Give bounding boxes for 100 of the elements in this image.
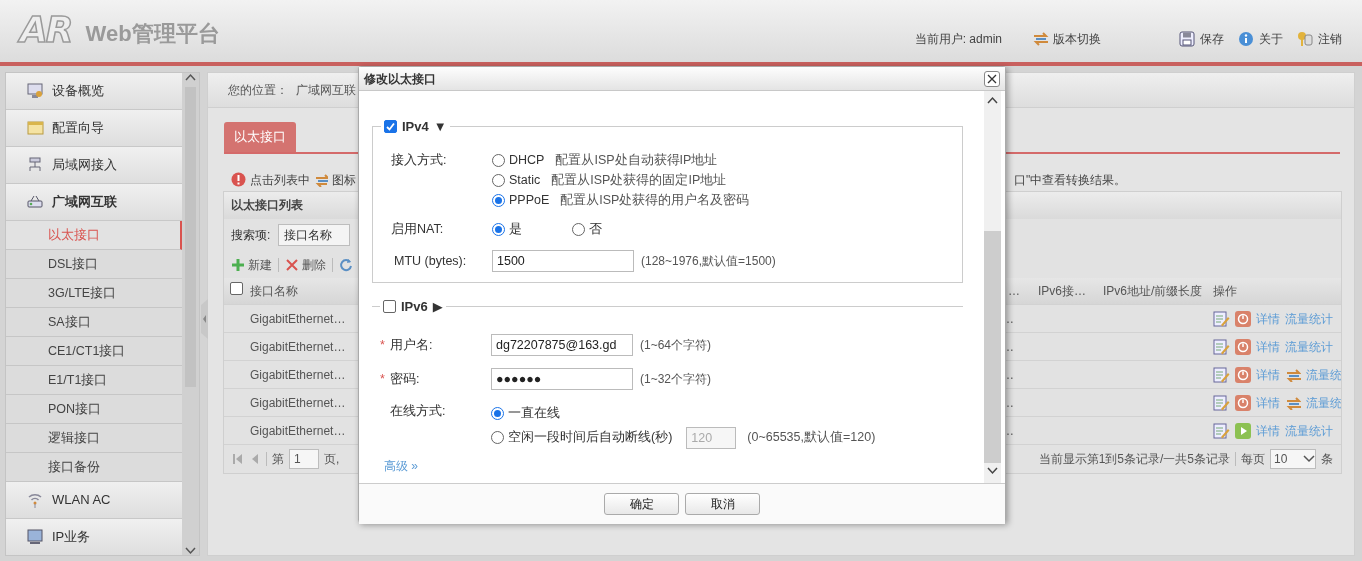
floppy-icon [1179, 31, 1197, 47]
page-size-select[interactable]: 10 [1270, 449, 1316, 469]
mtu-field[interactable]: 1500 [492, 250, 634, 272]
sidebar-subitem[interactable]: 逻辑接口 [6, 424, 183, 453]
sidebar-subitem[interactable]: CE1/CT1接口 [6, 337, 183, 366]
sidebar-subitem[interactable]: DSL接口 [6, 250, 183, 279]
header-link[interactable]: 保存 [1179, 30, 1224, 48]
header-link[interactable]: 版本切换 [1032, 30, 1101, 48]
column-header: 接口名称 [244, 277, 352, 305]
field-label: MTU (bytes): [394, 253, 467, 268]
swap-arrows-icon [1032, 31, 1050, 47]
sidebar-item[interactable]: 局域网接入 [6, 147, 183, 184]
option-label[interactable]: PPPoE [509, 191, 550, 210]
field-label: 在线方式: [390, 404, 446, 418]
swap-arrows-icon[interactable] [1285, 367, 1301, 382]
dialog-button[interactable]: 确定 [604, 493, 679, 515]
radio-button[interactable] [491, 431, 504, 444]
toolbar-button[interactable]: 新建 [231, 255, 272, 274]
warning-icon [231, 172, 246, 187]
table-cell: GigabitEthernet… [244, 360, 352, 389]
wireless-icon [26, 491, 44, 509]
app-title: Web管理平台 [85, 20, 220, 48]
radio-button[interactable] [572, 223, 585, 236]
chevron-up-icon [987, 96, 998, 104]
column-header: IPv6接… [1032, 277, 1097, 305]
radio-button[interactable] [491, 407, 504, 420]
edit-icon[interactable] [1212, 309, 1230, 328]
search-select[interactable]: 接口名称 [278, 224, 351, 246]
field-hint: (128~1976,默认值=1500) [641, 253, 776, 270]
dialog-button[interactable]: 取消 [685, 493, 760, 515]
close-button[interactable] [984, 70, 1000, 87]
stop-icon[interactable] [1235, 394, 1251, 411]
section-label[interactable]: IPv6 [401, 297, 428, 317]
dialog-title: 修改以太接口 [364, 70, 436, 88]
section-label[interactable]: IPv4 [402, 117, 429, 137]
sidebar-item[interactable]: WLAN AC [6, 482, 183, 519]
plus-icon [231, 257, 245, 272]
caret-icon [1303, 455, 1315, 463]
field-hint: (1~32个字符) [640, 371, 712, 388]
checkbox[interactable] [384, 120, 397, 134]
sidebar-item[interactable]: 广域网互联 [6, 184, 183, 221]
sidebar-subitem[interactable]: 接口备份 [6, 453, 183, 482]
keys-icon [1297, 31, 1315, 47]
text-field[interactable]: ●●●●●● [491, 368, 633, 390]
radio-button[interactable] [492, 194, 505, 207]
scrollbar[interactable] [182, 73, 199, 555]
required-mark: * [380, 336, 386, 354]
sidebar-item[interactable]: 配置向导 [6, 110, 183, 147]
field-label: 启用NAT: [391, 222, 444, 236]
radio-button[interactable] [492, 223, 505, 236]
stop-icon[interactable] [1235, 310, 1251, 327]
field-label: 用户名: [390, 337, 433, 352]
first-page-icon[interactable] [232, 453, 244, 465]
table-cell: GigabitEthernet… [244, 388, 352, 417]
collapse-handle-icon[interactable] [201, 299, 208, 339]
header-link[interactable]: 注销 [1297, 30, 1342, 48]
toolbar-button[interactable]: 删除 [285, 255, 326, 274]
sidebar-item[interactable]: 设备概览 [6, 73, 183, 110]
chevron-up-icon [185, 73, 197, 81]
select-all-checkbox[interactable] [230, 281, 243, 295]
chevron-down-icon [987, 467, 998, 475]
stop-icon[interactable] [1235, 338, 1251, 355]
sidebar-subitem[interactable]: PON接口 [6, 395, 183, 424]
text-field[interactable]: dg72207875@163.gd [491, 334, 633, 356]
swap-arrows-icon[interactable] [1285, 395, 1301, 410]
sidebar-subitem[interactable]: E1/T1接口 [6, 366, 183, 395]
edit-icon[interactable] [1212, 421, 1230, 440]
checkbox[interactable] [383, 300, 396, 314]
scrollbar[interactable] [984, 91, 1001, 483]
edit-icon[interactable] [1212, 365, 1230, 384]
notice-text: 点击列表中 [250, 171, 310, 189]
page-label: 每页 [1241, 451, 1265, 468]
page-summary: 当前显示第1到5条记录/一共5条记录 [1038, 451, 1230, 468]
monitor-icon [26, 82, 44, 100]
option-hint: 配置从ISP处自动获得IP地址 [555, 152, 718, 170]
play-icon[interactable] [1235, 422, 1251, 439]
option-label[interactable]: 空闲一段时间后自动断线(秒) [508, 428, 673, 447]
column-header: IPv6地址/前缀长度 [1097, 277, 1207, 305]
refresh-icon[interactable] [339, 257, 353, 272]
page-field[interactable]: 1 [289, 449, 319, 469]
breadcrumb-link[interactable]: 广域网互联 [296, 81, 356, 99]
radio-button[interactable] [492, 174, 505, 187]
chevron-down-icon [185, 547, 197, 555]
breadcrumb-label: 您的位置： [228, 82, 288, 99]
edit-icon[interactable] [1212, 393, 1230, 412]
toggle-arrow[interactable]: ▶ [432, 297, 443, 317]
radio-button[interactable] [492, 154, 505, 167]
option-label[interactable]: 否 [589, 220, 602, 239]
edit-icon[interactable] [1212, 337, 1230, 356]
column-header: 操作 [1207, 277, 1341, 305]
stop-icon[interactable] [1235, 366, 1251, 383]
option-label[interactable]: DHCP [509, 151, 545, 170]
sidebar-subitem[interactable]: 3G/LTE接口 [6, 279, 183, 308]
option-label[interactable]: Static [509, 171, 541, 190]
sidebar-subitem[interactable]: SA接口 [6, 308, 183, 337]
option-label[interactable]: 一直在线 [508, 404, 560, 423]
toggle-arrow[interactable]: ▼ [433, 117, 447, 137]
option-label[interactable]: 是 [509, 220, 522, 239]
sidebar-item[interactable]: IP业务 [6, 519, 183, 555]
header-link[interactable]: 关于 [1238, 30, 1283, 48]
